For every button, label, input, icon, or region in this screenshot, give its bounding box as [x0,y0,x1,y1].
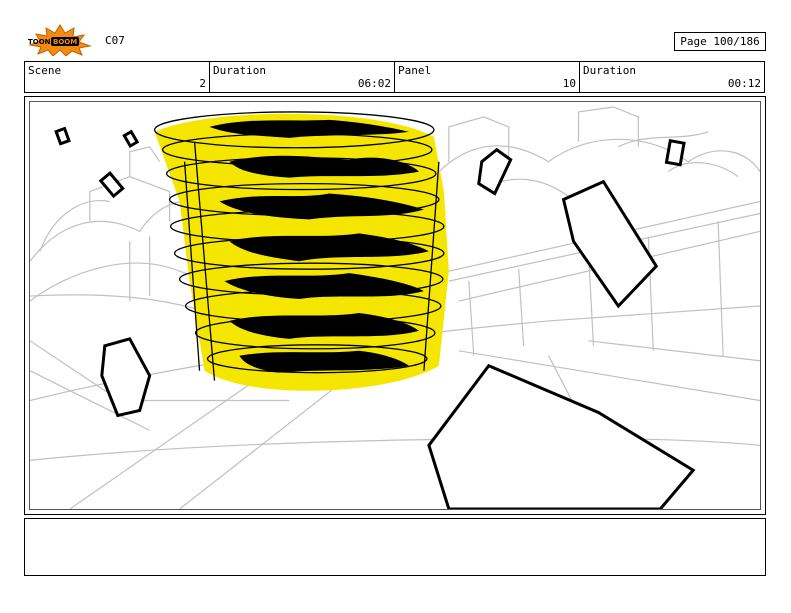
scene-value: 2 [199,77,206,90]
scene-duration-label: Duration [213,64,266,77]
tornado-shape [154,111,449,391]
svg-text:TOON: TOON [28,38,51,46]
panel-label: Panel [398,64,432,77]
scene-cell: Scene 2 [25,62,210,92]
toonboom-logo-icon: TOON BOOM [24,24,96,57]
page-indicator: Page 100/186 [674,32,766,51]
panel-duration-value: 00:12 [727,77,761,90]
scene-label: Scene [28,64,62,77]
panel-duration-cell: Duration 00:12 [580,62,764,92]
panel-cell: Panel 10 [395,62,580,92]
scene-duration-cell: Duration 06:02 [210,62,395,92]
storyboard-panel-frame [24,96,766,515]
episode-code: C07 [105,34,125,47]
svg-text:BOOM: BOOM [53,38,77,46]
panel-value: 10 [562,77,576,90]
panel-duration-label: Duration [583,64,636,77]
scene-duration-value: 06:02 [357,77,391,90]
panel-notes-box [24,518,766,576]
storyboard-panel-image [29,101,761,510]
panel-drawing [30,106,760,509]
panel-info-bar: Scene 2 Duration 06:02 Panel 10 Duration… [24,61,765,93]
